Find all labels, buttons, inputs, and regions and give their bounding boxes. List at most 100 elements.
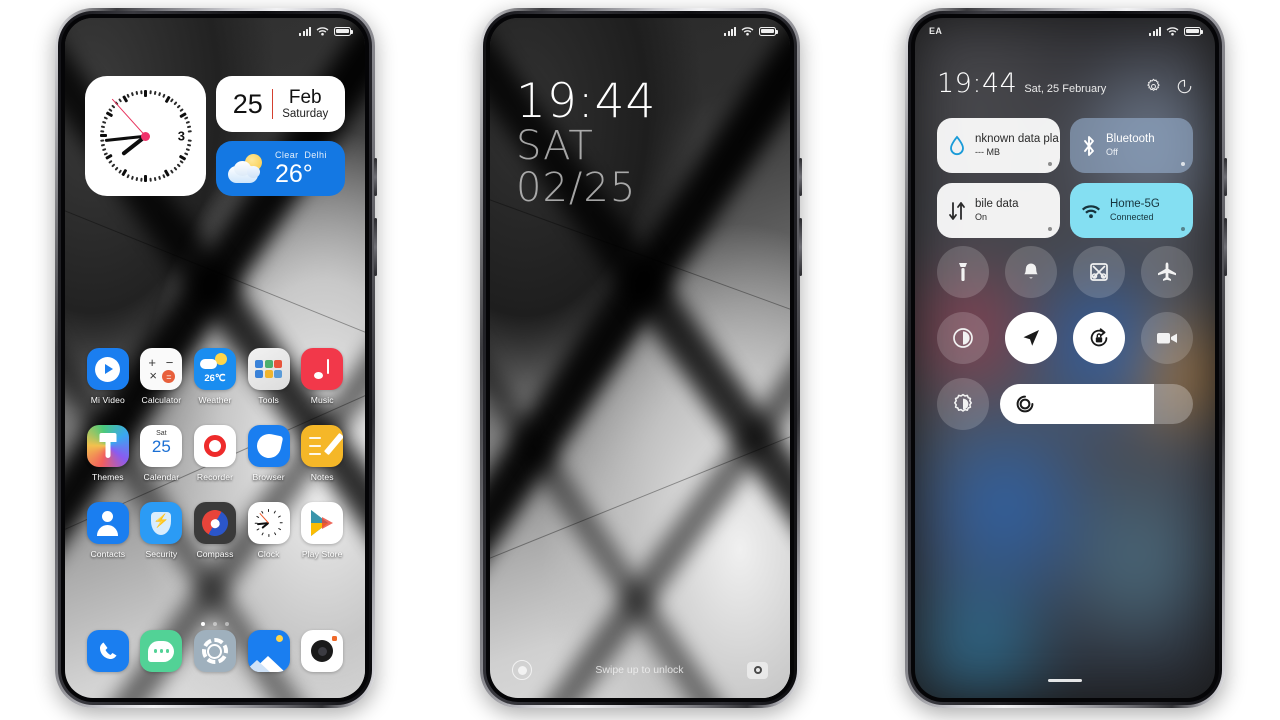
- power-button[interactable]: [374, 158, 377, 196]
- calendar-dow: Sat: [156, 430, 167, 437]
- signal-icon: [1149, 26, 1161, 36]
- app-grid: Mi Video + − × = Calculator 26℃ Weather …: [81, 348, 349, 579]
- dock-messages[interactable]: [135, 630, 189, 672]
- location-toggle[interactable]: [1005, 312, 1057, 364]
- app-weather[interactable]: 26℃ Weather: [188, 348, 242, 405]
- date-month: Feb: [288, 87, 322, 109]
- status-bar: EA: [915, 18, 1215, 44]
- bluetooth-icon: [1084, 135, 1094, 156]
- tile-title: bile data: [975, 197, 1019, 210]
- app-themes[interactable]: Themes: [81, 425, 135, 482]
- quick-toggles: [937, 246, 1193, 430]
- volume-button[interactable]: [799, 218, 802, 276]
- app-calendar[interactable]: Sat 25 Calendar: [135, 425, 189, 482]
- app-security[interactable]: ⚡ Security: [135, 502, 189, 559]
- themes-icon: [86, 425, 129, 467]
- phone-bezel: 19:44 SAT 02/25 Swipe up to unlock: [486, 14, 794, 702]
- cc-time: 19:44: [937, 68, 1018, 99]
- security-icon: ⚡: [140, 502, 183, 544]
- flashlight-icon[interactable]: [512, 660, 532, 680]
- app-label: Recorder: [196, 472, 234, 482]
- drag-handle[interactable]: [1048, 678, 1082, 682]
- wifi-tile[interactable]: Home-5G Connected: [1070, 183, 1193, 238]
- tile-expand-dot[interactable]: [1180, 161, 1185, 166]
- power-button[interactable]: [1224, 158, 1227, 196]
- screen-record-toggle[interactable]: [1141, 312, 1193, 364]
- status-bar: [65, 18, 365, 44]
- bluetooth-tile[interactable]: Bluetooth Off: [1070, 118, 1193, 173]
- gear-icon[interactable]: [1145, 78, 1162, 95]
- app-compass[interactable]: Compass: [188, 502, 242, 559]
- app-browser[interactable]: Browser: [242, 425, 296, 482]
- airplane-toggle[interactable]: [1141, 246, 1193, 298]
- app-recorder[interactable]: Recorder: [188, 425, 242, 482]
- dock-gallery[interactable]: [242, 630, 296, 672]
- calendar-icon: Sat 25: [140, 425, 183, 467]
- power-icon[interactable]: [1176, 78, 1193, 95]
- app-play-store[interactable]: Play Store: [295, 502, 349, 559]
- auto-brightness-toggle[interactable]: [937, 378, 989, 430]
- app-music[interactable]: Music: [295, 348, 349, 405]
- tile-title: nknown data pla: [975, 132, 1059, 145]
- flashlight-toggle[interactable]: [937, 246, 989, 298]
- weather-icon-temp: 26℃: [204, 373, 226, 384]
- app-label: Notes: [310, 472, 334, 482]
- tile-row-1: nknown data pla --- MB Bluetooth Off: [937, 118, 1193, 173]
- quick-settings-tiles: nknown data pla --- MB Bluetooth Off bil…: [937, 118, 1193, 248]
- tile-expand-dot[interactable]: [1047, 161, 1052, 166]
- home-screen: 3 25 Feb Saturday Clear Delhi 26° Mi Vid…: [65, 18, 365, 698]
- battery-icon: [334, 26, 353, 36]
- app-calculator[interactable]: + − × = Calculator: [135, 348, 189, 405]
- app-notes[interactable]: Notes: [295, 425, 349, 482]
- screenshot-toggle[interactable]: [1073, 246, 1125, 298]
- tile-expand-dot[interactable]: [1180, 226, 1185, 231]
- app-label: Browser: [252, 472, 285, 482]
- data-usage-tile[interactable]: nknown data pla --- MB: [937, 118, 1060, 173]
- brightness-slider[interactable]: [1000, 384, 1193, 424]
- widget-area: 3 25 Feb Saturday Clear Delhi 26°: [85, 76, 345, 196]
- dock-phone[interactable]: [81, 630, 135, 672]
- tile-expand-dot[interactable]: [1047, 226, 1052, 231]
- dark-mode-toggle[interactable]: [937, 312, 989, 364]
- dock-camera[interactable]: [295, 630, 349, 672]
- date-widget[interactable]: 25 Feb Saturday: [216, 76, 345, 132]
- screenshot-icon: [1090, 263, 1108, 281]
- calendar-day: 25: [151, 437, 171, 456]
- date-separator: [271, 89, 274, 119]
- app-tools[interactable]: Tools: [242, 348, 296, 405]
- page-indicator[interactable]: [65, 622, 365, 626]
- airplane-icon: [1158, 262, 1176, 281]
- video-camera-icon: [1157, 333, 1177, 344]
- settings-icon: [193, 630, 236, 672]
- phone-home-screen: 3 25 Feb Saturday Clear Delhi 26° Mi Vid…: [55, 8, 377, 708]
- tools-folder-icon: [247, 348, 290, 390]
- app-mi-video[interactable]: Mi Video: [81, 348, 135, 405]
- clock-icon: [247, 502, 290, 544]
- mobile-data-tile[interactable]: bile data On: [937, 183, 1060, 238]
- camera-icon[interactable]: [747, 661, 768, 679]
- volume-button[interactable]: [1224, 218, 1227, 276]
- cc-date: Sat, 25 February: [1024, 83, 1107, 95]
- unlock-hint: Swipe up to unlock: [595, 664, 684, 676]
- status-carrier: EA: [929, 26, 943, 36]
- clock-hour-label: 3: [177, 128, 185, 144]
- control-center-header: 19:44 Sat, 25 February: [937, 70, 1193, 97]
- clock-dial: 3: [95, 86, 196, 186]
- signal-icon: [299, 26, 311, 36]
- app-row-2: Themes Sat 25 Calendar Recorder Browser …: [81, 425, 349, 482]
- app-contacts[interactable]: Contacts: [81, 502, 135, 559]
- app-clock[interactable]: Clock: [242, 502, 296, 559]
- app-row-3: Contacts ⚡ Security Compass Clock Play S…: [81, 502, 349, 559]
- rotation-lock-toggle[interactable]: [1073, 312, 1125, 364]
- brightness-icon: [1016, 395, 1034, 413]
- app-label: Music: [310, 395, 334, 405]
- location-arrow-icon: [1023, 330, 1039, 346]
- volume-button[interactable]: [374, 218, 377, 276]
- silent-toggle[interactable]: [1005, 246, 1057, 298]
- dock-settings[interactable]: [188, 630, 242, 672]
- power-button[interactable]: [799, 158, 802, 196]
- calculator-icon: + − × =: [140, 348, 183, 390]
- weather-city: Delhi: [304, 149, 327, 160]
- analog-clock-widget[interactable]: 3: [85, 76, 206, 196]
- weather-widget[interactable]: Clear Delhi 26°: [216, 141, 345, 196]
